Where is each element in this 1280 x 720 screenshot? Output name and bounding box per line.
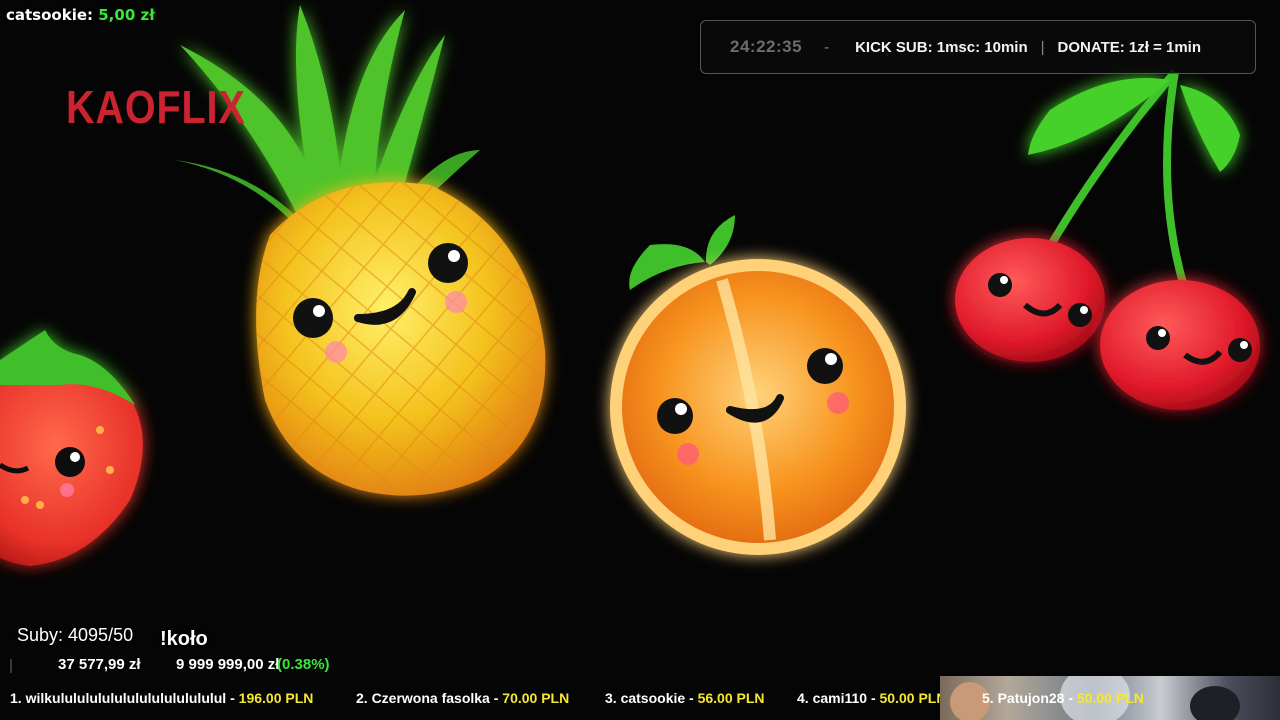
goal-percent: (0.38%): [277, 656, 330, 673]
timer-separator: -: [824, 38, 830, 56]
donor-amount: 50.00 PLN: [1076, 690, 1144, 706]
goal-progress-fill: [10, 659, 12, 673]
stream-info-bar: 24:22:35 - KICK SUB: 1msc: 10min | DONAT…: [700, 20, 1256, 74]
donation-alert: catsookie: 5,00 zł: [6, 6, 155, 24]
donor-amount: 56.00 PLN: [697, 690, 765, 706]
donor-name: 4. cami110 -: [797, 690, 880, 706]
brand-logo: KAOFLIX: [66, 81, 246, 133]
strawberry-character: [0, 330, 143, 566]
orange-character: [610, 215, 906, 555]
donor-amount: 50.00 PLN: [879, 690, 947, 706]
leaderboard-entry: 1. wilkulululululululululululululul - 19…: [10, 690, 313, 706]
leaderboard-entry: 5. Patujon28 - 50.00 PLN: [982, 690, 1144, 706]
subs-counter: Suby: 4095/50: [17, 625, 134, 645]
donate-rate: DONATE: 1zł = 1min: [1057, 38, 1202, 56]
wheel-command: !koło: [160, 628, 208, 650]
donor-amount: 196.00 PLN: [238, 690, 314, 706]
donor-amount: 70.00 PLN: [502, 690, 570, 706]
donor-name: 2. Czerwona fasolka -: [356, 690, 503, 706]
subathon-timer: 24:22:35: [730, 37, 803, 56]
goal-target: 9 999 999,00 zł: [176, 656, 280, 673]
info-divider: |: [1040, 38, 1045, 56]
leaderboard-entry: 4. cami110 - 50.00 PLN: [797, 690, 946, 706]
leaderboard-entry: 3. catsookie - 56.00 PLN: [605, 690, 765, 706]
kick-sub-rate: KICK SUB: 1msc: 10min: [855, 38, 1028, 56]
donation-user: catsookie:: [6, 6, 94, 24]
goal-current: 37 577,99 zł: [58, 656, 141, 673]
pineapple-character: [175, 5, 546, 496]
leaderboard-entry: 2. Czerwona fasolka - 70.00 PLN: [356, 690, 569, 706]
cherries-character: [955, 69, 1260, 410]
donor-name: 3. catsookie -: [605, 690, 698, 706]
donor-name: 5. Patujon28 -: [982, 690, 1077, 706]
donation-amount: 5,00 zł: [98, 6, 155, 24]
donor-name: 1. wilkulululululululululululululul -: [10, 690, 239, 706]
